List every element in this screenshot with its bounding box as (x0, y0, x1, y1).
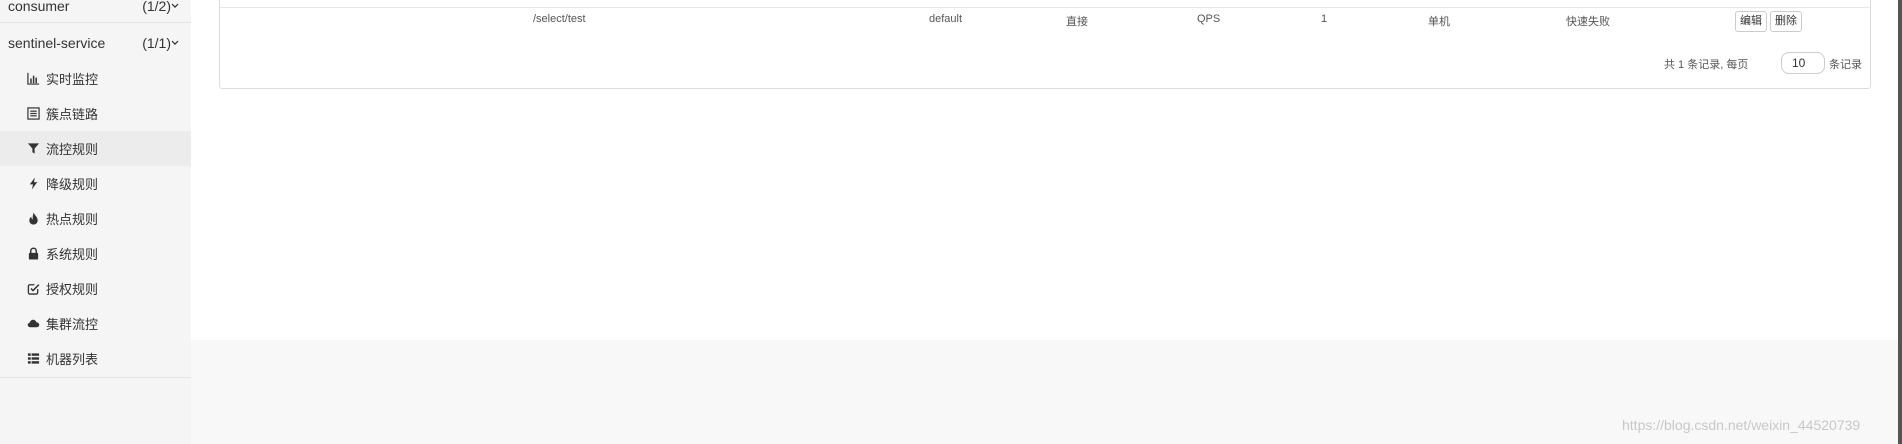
sidebar-item-system-rules[interactable]: 系统规则 (0, 236, 191, 271)
pagination-summary: 共 1 条记录, 每页 (1664, 59, 1749, 71)
sidebar-item-cluster-flow[interactable]: 集群流控 (0, 306, 191, 341)
th-list-icon (26, 352, 40, 366)
flow-rules-panel: /select/test default 直接 QPS 1 单机 快速失败 编辑… (219, 0, 1871, 89)
lock-icon (26, 247, 40, 261)
sidebar-item-label: 流控规则 (46, 142, 99, 157)
cell-grade: QPS (1197, 13, 1221, 25)
sidebar-item-label: 实时监控 (46, 72, 99, 87)
chevron-down-icon (171, 40, 179, 45)
sidebar-item-label: 授权规则 (46, 282, 99, 297)
filter-icon (26, 142, 40, 156)
app-consumer[interactable]: consumer (1/2) (0, 0, 191, 23)
sidebar-item-label: 集群流控 (46, 317, 99, 332)
pagination-suffix: 条记录 (1829, 59, 1862, 71)
cell-strategy: 直接 (1066, 16, 1088, 28)
cell-resource: /select/test (533, 13, 586, 25)
sidebar-menu: 实时监控 簇点链路 流控规则 降级规则 热点规则 系统规则 授权规则 集群流控 … (0, 61, 191, 376)
app-count: (1/2) (142, 0, 171, 14)
table-header-divider (220, 7, 1870, 8)
chevron-down-icon (171, 3, 179, 8)
bar-chart-icon (26, 72, 40, 86)
sidebar-item-label: 机器列表 (46, 352, 99, 367)
sidebar-item-label: 簇点链路 (46, 107, 99, 122)
cell-control-behavior: 快速失败 (1566, 16, 1610, 28)
sidebar-item-degrade-rules[interactable]: 降级规则 (0, 166, 191, 201)
app-name: consumer (8, 0, 70, 14)
delete-button[interactable]: 删除 (1770, 11, 1802, 32)
app-name: sentinel-service (8, 35, 106, 51)
sidebar-divider (0, 377, 191, 378)
sidebar-item-realtime-monitor[interactable]: 实时监控 (0, 61, 191, 96)
sidebar-item-cluster-point-chain[interactable]: 簇点链路 (0, 96, 191, 131)
sidebar-item-auth-rules[interactable]: 授权规则 (0, 271, 191, 306)
window-edge (1898, 0, 1902, 444)
sidebar: consumer (1/2) sentinel-service (1/1) 实时… (0, 0, 191, 444)
sidebar-item-label: 降级规则 (46, 177, 99, 192)
list-alt-icon (26, 107, 40, 121)
sidebar-item-label: 系统规则 (46, 247, 99, 262)
sidebar-item-label: 热点规则 (46, 212, 99, 227)
cloud-icon (26, 317, 40, 331)
cell-mode: 单机 (1428, 16, 1450, 28)
cell-limit-app: default (929, 13, 963, 25)
sidebar-item-hotspot-rules[interactable]: 热点规则 (0, 201, 191, 236)
main-content: /select/test default 直接 QPS 1 单机 快速失败 编辑… (191, 0, 1902, 340)
edit-button[interactable]: 编辑 (1735, 11, 1767, 32)
sidebar-item-flow-rules[interactable]: 流控规则 (0, 131, 191, 166)
app-count: (1/1) (142, 35, 171, 51)
watermark-text: https://blog.csdn.net/weixin_44520739 (1622, 417, 1861, 433)
app-sentinel-service[interactable]: sentinel-service (1/1) (0, 25, 191, 61)
check-icon (26, 282, 40, 296)
sidebar-item-machine-list[interactable]: 机器列表 (0, 341, 191, 376)
flash-icon (26, 177, 40, 191)
cell-threshold: 1 (1321, 13, 1328, 25)
page-size-input[interactable] (1781, 52, 1825, 74)
fire-icon (26, 212, 40, 226)
